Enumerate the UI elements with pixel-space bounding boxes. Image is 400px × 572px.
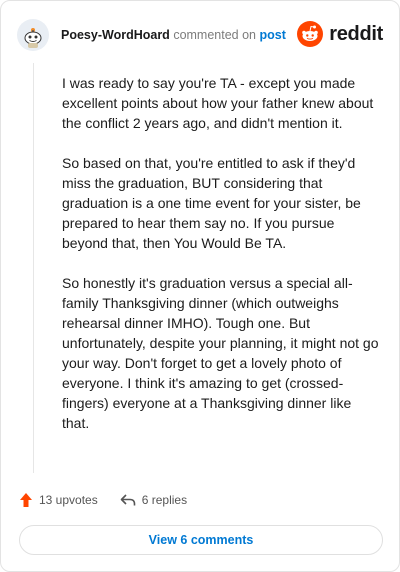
avatar[interactable] xyxy=(17,19,49,51)
comment-body: I was ready to say you're TA - except yo… xyxy=(62,73,380,453)
post-link[interactable]: post xyxy=(259,28,285,42)
comment-card: Poesy-WordHoard commented on post reddit… xyxy=(0,0,400,572)
comment-paragraph: So based on that, you're entitled to ask… xyxy=(62,155,361,251)
comment-header: Poesy-WordHoard commented on post reddit xyxy=(17,17,383,53)
replies-button[interactable]: 6 replies xyxy=(120,493,187,507)
comment-byline: Poesy-WordHoard commented on post xyxy=(61,28,286,42)
reddit-logo-icon xyxy=(297,21,324,47)
comment-paragraph: So honestly it's graduation versus a spe… xyxy=(62,275,379,431)
thread-line[interactable] xyxy=(33,63,34,473)
reply-count: 6 replies xyxy=(141,493,188,507)
upvote-button[interactable]: 13 upvotes xyxy=(19,492,98,508)
comment-footer: 13 upvotes 6 replies xyxy=(19,489,209,511)
reddit-brand[interactable]: reddit xyxy=(297,21,383,47)
upvote-arrow-icon xyxy=(20,493,32,507)
snoo-avatar-icon xyxy=(24,28,42,48)
upvote-count: 13 upvotes xyxy=(39,493,98,507)
username[interactable]: Poesy-WordHoard xyxy=(61,28,170,42)
brand-wordmark: reddit xyxy=(329,22,383,45)
view-comments-button[interactable]: View 6 comments xyxy=(19,525,383,555)
reply-arrow-icon xyxy=(120,494,136,506)
byline-action: commented on xyxy=(173,28,256,42)
comment-paragraph: I was ready to say you're TA - except yo… xyxy=(62,75,374,131)
